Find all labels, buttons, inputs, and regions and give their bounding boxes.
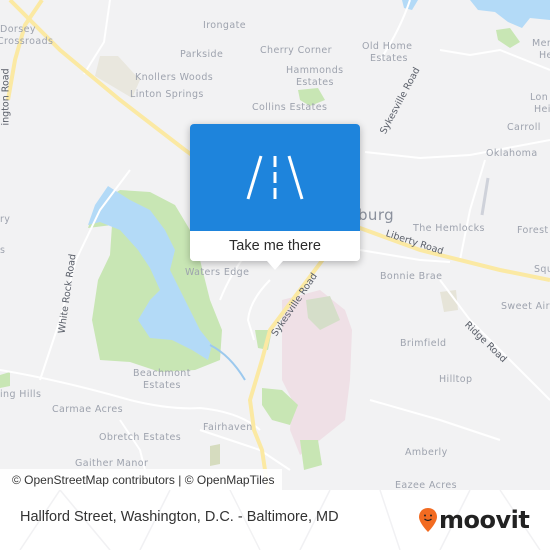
map[interactable]: Dorsey Crossroads Irongate Parkside Cher… bbox=[0, 0, 550, 490]
place-label: Hammonds bbox=[286, 65, 344, 76]
place-label: Obretch Estates bbox=[99, 432, 182, 443]
park-area bbox=[300, 440, 322, 470]
place-label: Estates bbox=[370, 53, 408, 64]
place-label: Parkside bbox=[180, 49, 224, 60]
place-label: Hei bbox=[534, 104, 550, 115]
place-label: Estates bbox=[296, 77, 334, 88]
place-label: Squ bbox=[534, 264, 550, 275]
place-label: Amberly bbox=[405, 447, 448, 458]
place-label: Linton Springs bbox=[130, 89, 204, 100]
place-label: The Hemlocks bbox=[413, 223, 485, 234]
place-label: Gaither Manor bbox=[75, 458, 149, 469]
place-label: Estates bbox=[143, 380, 181, 391]
place-label: Brimfield bbox=[400, 338, 447, 349]
place-label: Fairhaven bbox=[203, 422, 253, 433]
destination-popup[interactable]: Take me there bbox=[190, 124, 360, 270]
place-label: Oklahoma bbox=[486, 148, 538, 159]
place-label: Sweet Air bbox=[501, 301, 550, 312]
place-label: Knollers Woods bbox=[135, 72, 214, 83]
place-label: Carmae Acres bbox=[52, 404, 123, 415]
place-label: Waters Edge bbox=[185, 267, 250, 278]
moovit-logo[interactable]: moovit bbox=[418, 505, 530, 535]
place-label: Carroll bbox=[507, 122, 541, 133]
water-body bbox=[470, 0, 550, 28]
place-label: Hilltop bbox=[439, 374, 473, 385]
road-label: ington Road bbox=[0, 68, 12, 126]
moovit-pin-icon bbox=[419, 508, 437, 532]
place-label: Mer bbox=[532, 38, 550, 49]
place-label: Cherry Corner bbox=[260, 45, 332, 56]
place-label: burg bbox=[358, 206, 395, 224]
take-me-there-button[interactable]: Take me there bbox=[190, 231, 360, 261]
road-icon bbox=[246, 155, 304, 200]
park-area bbox=[0, 372, 10, 388]
place-label: ing Hills bbox=[0, 389, 42, 400]
place-label: Old Home bbox=[362, 41, 413, 52]
footer: Hallford Street, Washington, D.C. - Balt… bbox=[0, 490, 550, 550]
attribution-text[interactable]: © OpenStreetMap contributors | © OpenMap… bbox=[12, 473, 274, 487]
place-label: Bonnie Brae bbox=[380, 271, 443, 282]
moovit-wordmark: moovit bbox=[439, 506, 530, 534]
place-label: s bbox=[0, 245, 6, 256]
place-label: Irongate bbox=[203, 20, 246, 31]
place-label: ry bbox=[0, 214, 11, 225]
place-label: Eazee Acres bbox=[395, 480, 457, 490]
place-label: Lon bbox=[530, 92, 549, 103]
place-label: Crossroads bbox=[0, 36, 54, 47]
take-me-there-label: Take me there bbox=[229, 238, 321, 254]
map-attribution: © OpenStreetMap contributors | © OpenMap… bbox=[0, 469, 283, 490]
place-label: He bbox=[539, 50, 550, 61]
location-title: Hallford Street, Washington, D.C. - Balt… bbox=[20, 509, 339, 525]
place-label: Forest bbox=[517, 225, 549, 236]
popup-pointer bbox=[267, 261, 283, 270]
place-label: Dorsey bbox=[0, 24, 36, 35]
rail bbox=[480, 177, 490, 216]
park-area bbox=[210, 444, 220, 466]
park-area bbox=[496, 28, 520, 48]
popup-header[interactable] bbox=[190, 124, 360, 231]
place-label: Collins Estates bbox=[252, 102, 328, 113]
place-label: Beachmont bbox=[133, 368, 191, 379]
